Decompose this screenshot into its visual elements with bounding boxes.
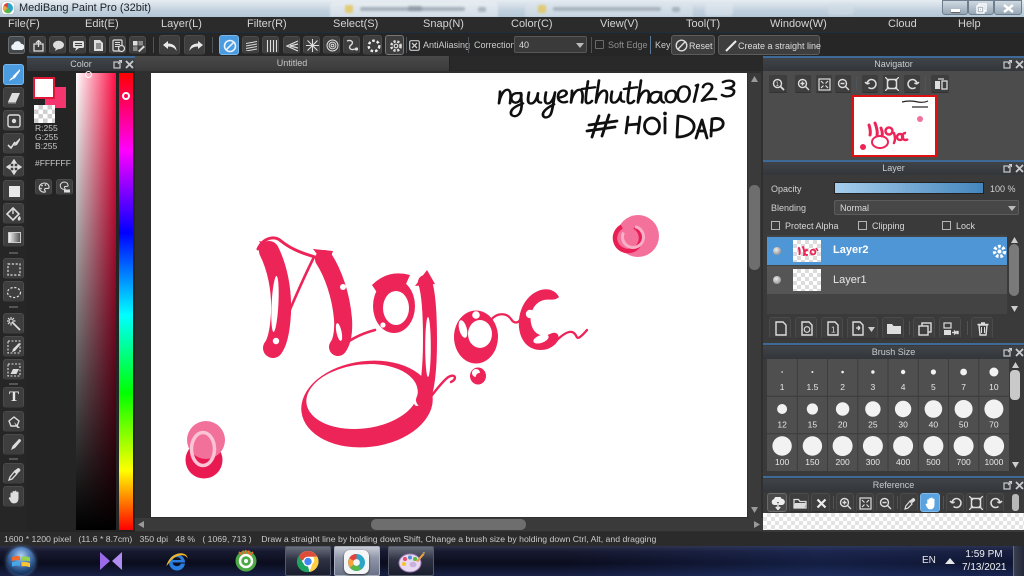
svg-text:150: 150 [805,457,819,467]
svg-text:1: 1 [780,382,785,392]
svg-text:700: 700 [957,457,971,467]
svg-text:7: 7 [961,382,966,392]
svg-text:1000: 1000 [984,457,1003,467]
svg-text:4: 4 [901,382,906,392]
svg-text:20: 20 [838,420,848,430]
svg-text:1.5: 1.5 [806,382,818,392]
svg-text:10: 10 [989,382,999,392]
svg-text:300: 300 [866,457,880,467]
svg-text:3: 3 [871,382,876,392]
svg-text:70: 70 [989,420,999,430]
svg-text:25: 25 [868,420,878,430]
svg-text:5: 5 [931,382,936,392]
svg-text:500: 500 [926,457,940,467]
svg-text:30: 30 [898,420,908,430]
svg-text:40: 40 [929,420,939,430]
svg-text:15: 15 [808,420,818,430]
svg-text:100: 100 [775,457,789,467]
svg-text:2: 2 [840,382,845,392]
svg-text:200: 200 [836,457,850,467]
svg-text:400: 400 [896,457,910,467]
svg-text:50: 50 [959,420,969,430]
svg-text:12: 12 [777,420,787,430]
svg-text:1: 1 [831,326,836,335]
